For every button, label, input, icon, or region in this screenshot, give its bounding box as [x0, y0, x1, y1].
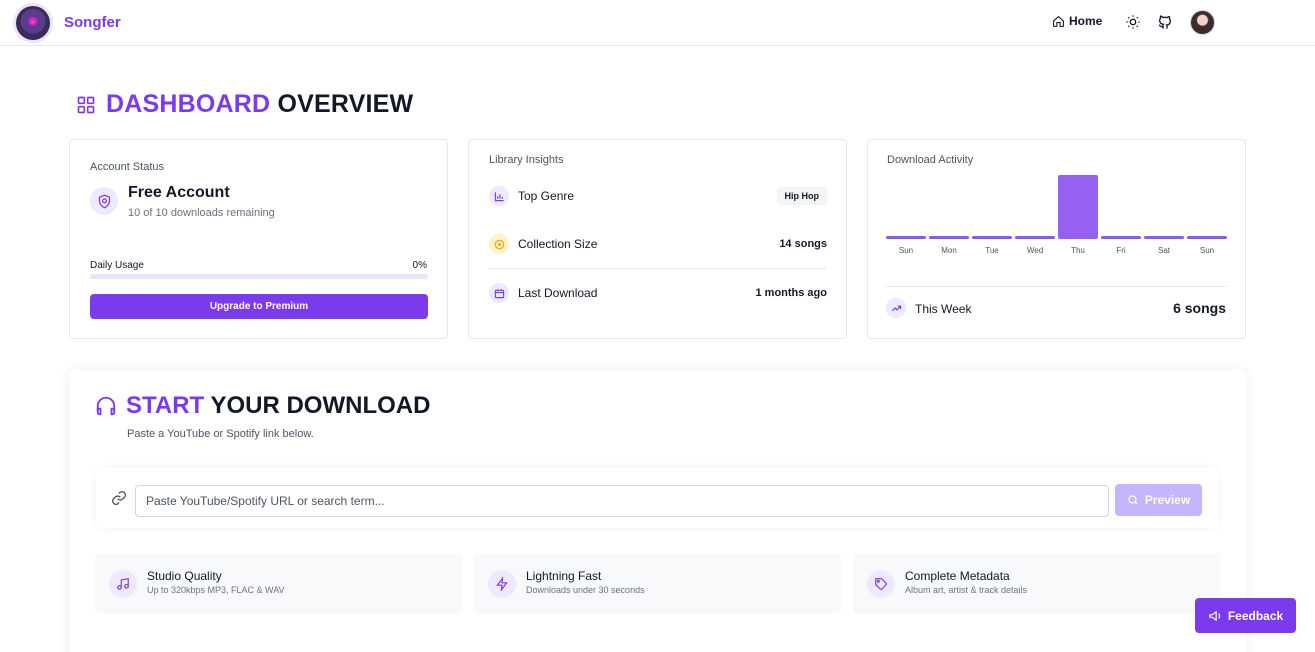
url-search-box: Preview: [96, 468, 1218, 528]
section-title: START YOUR DOWNLOAD: [126, 392, 430, 420]
activity-bar: [1144, 236, 1184, 239]
downloads-remaining: 10 of 10 downloads remaining: [128, 207, 275, 219]
upgrade-button[interactable]: Upgrade to Premium: [90, 294, 428, 319]
sun-icon[interactable]: [1125, 14, 1141, 30]
url-input[interactable]: [135, 485, 1109, 517]
activity-chart: [886, 168, 1227, 239]
activity-bar: [972, 236, 1012, 239]
divider: [886, 286, 1227, 287]
activity-bar: [886, 236, 926, 239]
brand-name[interactable]: Songfer: [64, 14, 121, 31]
page-title: DASHBOARD OVERVIEW: [106, 90, 413, 119]
feature-title: Studio Quality: [147, 569, 222, 583]
feature-title: Complete Metadata: [905, 569, 1010, 583]
account-plan: Free Account: [128, 184, 230, 201]
insight-label: Top Genre: [518, 189, 575, 203]
activity-bar: [1058, 175, 1098, 239]
chart-icon: [489, 186, 509, 206]
this-week-label: This Week: [915, 302, 972, 316]
calendar-icon: [489, 283, 509, 303]
download-title: START YOUR DOWNLOAD: [95, 392, 430, 420]
nav-home-label: Home: [1069, 14, 1103, 28]
feedback-button[interactable]: Feedback: [1195, 598, 1296, 633]
feature-title: Lightning Fast: [526, 569, 602, 583]
activity-bar: [929, 236, 969, 239]
feedback-label: Feedback: [1227, 608, 1284, 623]
activity-day-label: Thu: [1071, 246, 1085, 255]
activity-bar: [1187, 236, 1227, 239]
library-insights-card: Library Insights Top Genre Hip Hop Colle…: [468, 139, 847, 339]
activity-day-label: Sun: [898, 246, 914, 255]
feature-subtitle: Up to 320kbps MP3, FLAC & WAV: [147, 585, 285, 595]
insight-label: Last Download: [518, 286, 598, 300]
activity-day-label: Sat: [1157, 246, 1170, 255]
feature-lightning-fast: Lightning Fast Downloads under 30 second…: [474, 553, 841, 613]
feature-subtitle: Album art, artist & track details: [905, 585, 1028, 595]
preview-label: Preview: [1144, 493, 1191, 507]
title-accent: DASHBOARD: [106, 90, 271, 118]
this-week-value: 6 songs: [1173, 300, 1226, 316]
account-badge: [90, 187, 118, 215]
genre-badge: Hip Hop: [776, 187, 827, 205]
download-subtitle: Paste a YouTube or Spotify link below.: [127, 428, 314, 440]
headphones-icon: [96, 396, 116, 416]
trending-up-icon: [886, 298, 906, 318]
feature-complete-metadata: Complete Metadata Album art, artist & tr…: [853, 553, 1220, 613]
daily-usage-bar: [90, 274, 428, 279]
shield-icon: [98, 194, 110, 208]
grid-icon: [77, 96, 95, 113]
activity-day-label: Fri: [1116, 246, 1126, 255]
lightning-icon: [488, 570, 516, 598]
feature-subtitle: Downloads under 30 seconds: [526, 585, 645, 595]
github-icon[interactable]: [1157, 14, 1173, 30]
start-download-panel: START YOUR DOWNLOAD Paste a YouTube or S…: [69, 370, 1246, 652]
search-icon: [1128, 495, 1138, 505]
insight-value: 1 months ago: [755, 287, 827, 299]
tag-icon: [867, 570, 895, 598]
link-icon: [112, 491, 126, 505]
feature-studio-quality: Studio Quality Up to 320kbps MP3, FLAC &…: [95, 553, 462, 613]
account-status-card: Account Status Free Account 10 of 10 dow…: [69, 139, 448, 339]
insight-row-collection-size: Collection Size 14 songs: [489, 232, 827, 256]
divider: [489, 268, 827, 269]
home-icon: [1053, 15, 1064, 27]
megaphone-icon: [1208, 610, 1221, 621]
insight-label: Collection Size: [518, 237, 598, 251]
title-accent: START: [126, 392, 205, 419]
songfer-logo[interactable]: [16, 6, 50, 40]
disc-icon: [489, 234, 509, 254]
activity-bar: [1015, 236, 1055, 239]
preview-button[interactable]: Preview: [1115, 484, 1202, 516]
download-activity-card: Download Activity This Week 6 songs Sun M…: [867, 139, 1246, 339]
insight-row-top-genre: Top Genre Hip Hop: [489, 184, 827, 208]
insight-row-last-download: Last Download 1 months ago: [489, 281, 827, 305]
insight-value: 14 songs: [779, 238, 827, 250]
nav-home-link[interactable]: Home: [1052, 14, 1102, 28]
card-label: Download Activity: [887, 154, 974, 166]
top-navbar: Songfer Home: [0, 0, 1315, 46]
activity-bar: [1101, 236, 1141, 239]
daily-usage-label: Daily Usage: [90, 260, 144, 271]
title-rest: YOUR DOWNLOAD: [210, 392, 431, 419]
music-note-icon: [109, 570, 137, 598]
card-label: Library Insights: [489, 154, 564, 166]
activity-day-label: Sun: [1199, 246, 1215, 255]
activity-day-label: Mon: [941, 246, 957, 255]
title-rest: OVERVIEW: [277, 90, 414, 118]
daily-usage-value: 0%: [412, 260, 427, 271]
user-avatar[interactable]: [1190, 10, 1215, 35]
activity-day-label: Tue: [985, 246, 999, 255]
card-label: Account Status: [90, 161, 164, 173]
activity-day-label: Wed: [1026, 246, 1044, 255]
dashboard-title: DASHBOARD OVERVIEW: [76, 90, 413, 119]
